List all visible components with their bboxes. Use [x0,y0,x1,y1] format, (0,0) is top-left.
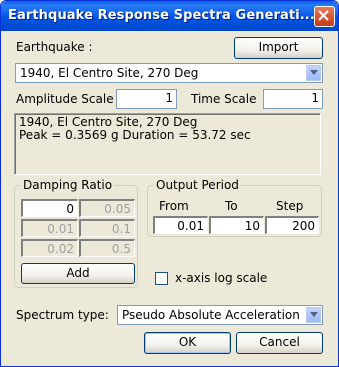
earthquake-select[interactable]: 1940, El Centro Site, 270 Deg [15,63,323,83]
output-period-title: Output Period [154,178,241,192]
from-label: From [159,199,189,213]
dialog-window: Earthquake Response Spectra Generati... … [0,0,339,367]
damping-ratio-title: Damping Ratio [21,178,115,192]
info-line-2: Peak = 0.3569 g Duration = 53.72 sec [19,128,251,142]
damping-value-input[interactable]: 0 [21,199,78,217]
step-input[interactable]: 200 [265,216,319,234]
add-damping-button[interactable]: Add [21,263,135,284]
close-button[interactable] [314,6,335,27]
cancel-button[interactable]: Cancel [236,332,323,354]
spectrum-type-label: Spectrum type: [16,308,109,322]
from-input[interactable]: 0.01 [153,216,208,234]
chevron-down-icon [310,312,318,317]
close-icon [318,10,329,21]
chevron-down-icon [310,70,318,75]
damping-value-input[interactable]: 0.05 [79,199,135,217]
spectrum-type-select[interactable]: Pseudo Absolute Acceleration [117,305,323,325]
amplitude-scale-input[interactable]: 1 [116,89,177,109]
import-button[interactable]: Import [234,37,323,59]
damping-value-input[interactable]: 0.01 [21,219,78,237]
time-scale-label: Time Scale [191,92,257,106]
time-scale-input[interactable]: 1 [263,89,323,109]
earthquake-label: Earthquake : [16,40,93,54]
spectrum-type-selected: Pseudo Absolute Acceleration [122,308,300,322]
step-label: Step [276,199,304,213]
log-scale-checkbox[interactable] [155,272,168,285]
spectrum-dropdown-arrow[interactable] [306,307,321,323]
to-label: To [225,199,238,213]
earthquake-dropdown-arrow[interactable] [306,65,321,81]
earthquake-info-box: 1940, El Centro Site, 270 Deg Peak = 0.3… [14,113,321,175]
title-bar[interactable]: Earthquake Response Spectra Generati... [1,1,338,31]
damping-value-input[interactable]: 0.02 [21,239,78,257]
earthquake-selected: 1940, El Centro Site, 270 Deg [20,66,199,80]
amplitude-scale-label: Amplitude Scale [16,92,114,106]
log-scale-label: x-axis log scale [175,271,268,285]
window-title: Earthquake Response Spectra Generati... [8,8,315,23]
ok-button[interactable]: OK [144,332,231,354]
to-input[interactable]: 10 [209,216,264,234]
damping-value-input[interactable]: 0.5 [79,239,135,257]
damping-value-input[interactable]: 0.1 [79,219,135,237]
